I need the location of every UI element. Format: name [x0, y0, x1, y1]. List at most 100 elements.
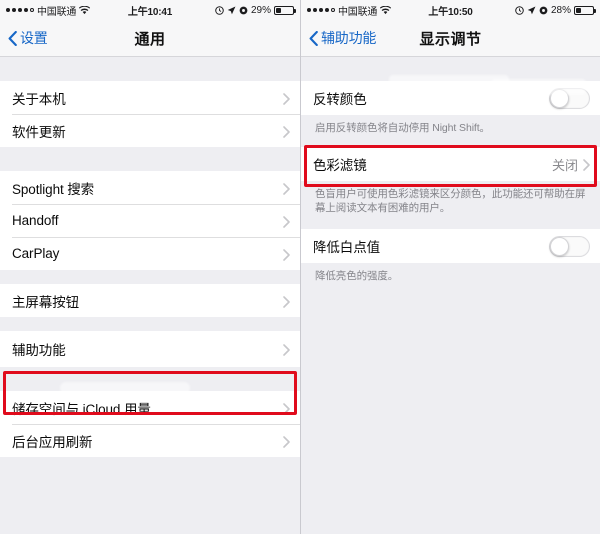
back-button-settings[interactable]: 设置: [8, 28, 48, 48]
list-group-gap: [0, 317, 300, 331]
alarm-icon: [215, 5, 224, 15]
list-group-gap: [0, 367, 300, 391]
row-label: 反转颜色: [313, 92, 367, 107]
dual-screenshot-container: 中国联通 上午10:41 29% 设置 通用 关于本机 软件更新 Spotlig…: [0, 0, 600, 534]
sidebar-item-home-button[interactable]: 主屏幕按钮: [0, 284, 300, 317]
settings-group-invert-colors: 反转颜色: [301, 81, 600, 115]
row-accessory: [283, 248, 290, 261]
back-button-label: 设置: [20, 30, 48, 46]
display-accommodations-list[interactable]: 反转颜色 启用反转颜色将自动停用 Night Shift。 色彩滤镜 关闭 色盲…: [301, 57, 600, 534]
settings-group-white-point: 降低白点值: [301, 229, 600, 263]
chevron-right-icon: [283, 182, 290, 195]
row-accessory: [283, 125, 290, 138]
row-label: 后台应用刷新: [12, 434, 93, 450]
back-button-label: 辅助功能: [321, 30, 377, 46]
row-accessory: 关闭: [552, 155, 590, 174]
chevron-right-icon: [283, 215, 290, 228]
row-label: 储存空间与 iCloud 用量: [12, 401, 151, 417]
sidebar-item-about[interactable]: 关于本机: [0, 81, 300, 114]
chevron-left-icon: [309, 30, 318, 46]
row-accessory: [549, 235, 590, 257]
row-label: Handoff: [12, 213, 59, 228]
left-nav-bar: 设置 通用: [0, 20, 300, 57]
chevron-right-icon: [283, 402, 290, 415]
row-label: 辅助功能: [12, 343, 66, 358]
rotation-lock-icon: [539, 6, 548, 15]
list-group-gap: [301, 219, 600, 229]
sidebar-item-spotlight[interactable]: Spotlight 搜索: [0, 171, 300, 204]
sidebar-item-storage-icloud[interactable]: 储存空间与 iCloud 用量: [0, 391, 300, 424]
right-status-bar-indicators: 28%: [515, 4, 596, 16]
back-button-accessibility[interactable]: 辅助功能: [309, 28, 376, 48]
list-group-gap: [0, 270, 300, 284]
settings-group-storage: 储存空间与 iCloud 用量 后台应用刷新: [0, 391, 300, 457]
left-status-bar: 中国联通 上午10:41 29%: [0, 0, 300, 20]
row-accessory: [283, 402, 290, 415]
chevron-right-icon: [583, 158, 590, 171]
row-label: Spotlight 搜索: [12, 181, 95, 197]
chevron-right-icon: [283, 92, 290, 105]
chevron-left-icon: [8, 30, 17, 46]
battery-icon: [574, 5, 596, 15]
sidebar-item-accessibility[interactable]: 辅助功能: [0, 331, 300, 367]
settings-group-device: 关于本机 软件更新: [0, 81, 300, 147]
row-label: 主屏幕按钮: [12, 294, 79, 310]
list-group-gap: [0, 57, 300, 81]
settings-group-color-filters: 色彩滤镜 关闭: [301, 147, 600, 181]
wifi-icon: [380, 5, 392, 15]
signal-strength-dots: [307, 8, 335, 12]
row-reduce-white-point[interactable]: 降低白点值: [301, 229, 600, 263]
sidebar-item-carplay[interactable]: CarPlay: [0, 237, 300, 270]
row-label: 关于本机: [12, 91, 66, 107]
chevron-right-icon: [283, 295, 290, 308]
left-status-bar-carrier-group: 中国联通: [6, 3, 91, 18]
alarm-icon: [515, 5, 524, 15]
list-group-gap: [0, 147, 300, 171]
row-accessory: [549, 87, 590, 109]
left-phone-screen: 中国联通 上午10:41 29% 设置 通用 关于本机 软件更新 Spotlig…: [0, 0, 300, 534]
battery-icon: [274, 5, 296, 15]
row-accessory: [283, 215, 290, 228]
chevron-right-icon: [283, 248, 290, 261]
invert-colors-footnote: 启用反转颜色将自动停用 Night Shift。: [301, 115, 600, 139]
sidebar-item-background-refresh[interactable]: 后台应用刷新: [0, 424, 300, 457]
color-filters-footnote: 色盲用户可使用色彩滤镜来区分颜色，此功能还可帮助在屏幕上阅读文本有困难的用户。: [301, 181, 600, 219]
row-accessory: [283, 182, 290, 195]
list-group-gap: [301, 57, 600, 81]
settings-group-accessibility: 辅助功能: [0, 331, 300, 367]
location-arrow-icon: [227, 6, 236, 15]
settings-group-home-button: 主屏幕按钮: [0, 284, 300, 317]
row-accessory: [283, 92, 290, 105]
chevron-right-icon: [283, 125, 290, 138]
right-status-bar: 中国联通 上午10:50 28%: [301, 0, 600, 20]
signal-strength-dots: [6, 8, 34, 12]
wifi-icon: [79, 5, 91, 15]
row-label: 降低白点值: [313, 240, 380, 255]
reduce-white-point-toggle[interactable]: [549, 235, 590, 257]
chevron-right-icon: [283, 343, 290, 356]
right-status-bar-carrier-group: 中国联通: [307, 3, 392, 18]
battery-percent-label: 28%: [550, 4, 571, 16]
settings-group-features: Spotlight 搜索 Handoff CarPlay: [0, 171, 300, 270]
left-settings-list[interactable]: 关于本机 软件更新 Spotlight 搜索 Handoff CarPlay 主…: [0, 57, 300, 534]
location-arrow-icon: [527, 6, 536, 15]
row-accessory: [283, 435, 290, 448]
row-accessory: [283, 295, 290, 308]
reduce-white-point-footnote: 降低亮色的强度。: [301, 263, 600, 287]
sidebar-item-software-update[interactable]: 软件更新: [0, 114, 300, 147]
row-label: CarPlay: [12, 246, 60, 261]
row-invert-colors[interactable]: 反转颜色: [301, 81, 600, 115]
carrier-label: 中国联通: [37, 6, 77, 18]
right-phone-screen: 中国联通 上午10:50 28% 辅助功能 显示调节 反转颜色 启用反转颜色将自…: [300, 0, 600, 534]
row-color-filters[interactable]: 色彩滤镜 关闭: [301, 147, 600, 181]
row-label: 色彩滤镜: [313, 158, 367, 173]
chevron-right-icon: [283, 435, 290, 448]
row-label: 软件更新: [12, 124, 66, 140]
rotation-lock-icon: [239, 6, 248, 15]
list-group-gap: [301, 139, 600, 147]
carrier-label: 中国联通: [338, 6, 378, 18]
row-accessory: [283, 343, 290, 356]
sidebar-item-handoff[interactable]: Handoff: [0, 204, 300, 237]
invert-colors-toggle[interactable]: [549, 87, 590, 109]
right-nav-bar: 辅助功能 显示调节: [301, 20, 600, 57]
